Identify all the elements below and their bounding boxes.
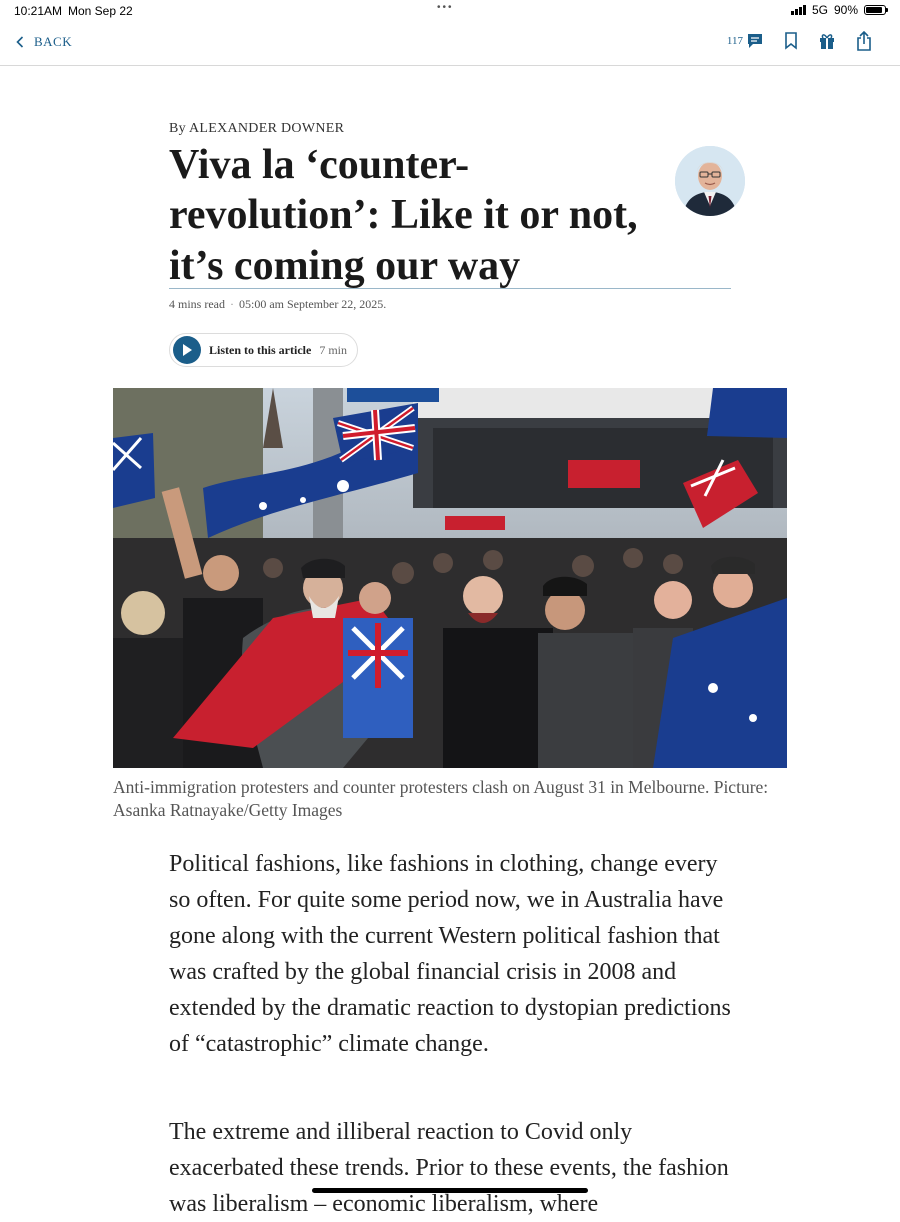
publish-date: 05:00 am September 22, 2025. xyxy=(239,297,387,311)
share-button[interactable] xyxy=(856,31,872,51)
back-label: BACK xyxy=(34,34,73,49)
comment-count: 117 xyxy=(726,35,743,47)
listen-button[interactable]: Listen to this article 7 min xyxy=(169,333,358,367)
battery-icon xyxy=(864,5,888,15)
article-toolbar: BACK 117 xyxy=(0,22,900,66)
hero-photo[interactable] xyxy=(113,388,787,768)
chevron-left-icon xyxy=(16,36,24,48)
author-portrait xyxy=(675,146,745,216)
gift-icon xyxy=(820,34,834,49)
meta-separator: · xyxy=(230,297,234,311)
battery-percent: 90% xyxy=(833,3,858,17)
read-time: 4 mins read xyxy=(169,297,225,311)
comments-icon xyxy=(748,34,762,48)
status-date: Mon Sep 22 xyxy=(68,4,133,18)
listen-label: Listen to this article xyxy=(209,342,312,357)
headline-divider xyxy=(169,288,731,289)
bookmark-button[interactable] xyxy=(784,32,798,50)
toolbar-actions: 117 xyxy=(727,31,872,51)
home-indicator[interactable] xyxy=(312,1188,588,1193)
author-avatar[interactable] xyxy=(675,146,745,216)
status-time: 10:21AM xyxy=(14,4,63,18)
headline: Viva la ‘counter-revolution’: Like it or… xyxy=(169,142,638,289)
back-button[interactable]: BACK xyxy=(16,34,72,50)
gift-button[interactable] xyxy=(818,32,836,50)
article-paragraph: The extreme and illiberal reaction to Co… xyxy=(169,1119,729,1217)
network-type: 5G xyxy=(811,3,828,17)
protest-scene-image xyxy=(113,388,787,768)
article-paragraph: Political fashions, like fashions in clo… xyxy=(169,851,731,1057)
play-icon xyxy=(173,336,201,364)
signal-icon xyxy=(790,5,806,15)
status-bar: 10:21AM Mon Sep 22 ••• 5G 90% xyxy=(0,0,900,22)
article-meta: 4 mins read · 05:00 am September 22, 2025. xyxy=(169,297,386,312)
listen-duration: 7 min xyxy=(319,342,347,357)
share-icon xyxy=(857,31,871,51)
battery-fill xyxy=(866,7,883,13)
photo-caption: Anti-immigration protesters and counter … xyxy=(113,777,769,820)
bookmark-icon xyxy=(785,32,797,50)
byline[interactable]: By ALEXANDER DOWNER xyxy=(169,121,344,137)
multitasking-dots-icon[interactable]: ••• xyxy=(437,2,454,13)
status-indicators: 5G 90% xyxy=(790,3,888,17)
comments-button[interactable]: 117 xyxy=(727,33,764,49)
